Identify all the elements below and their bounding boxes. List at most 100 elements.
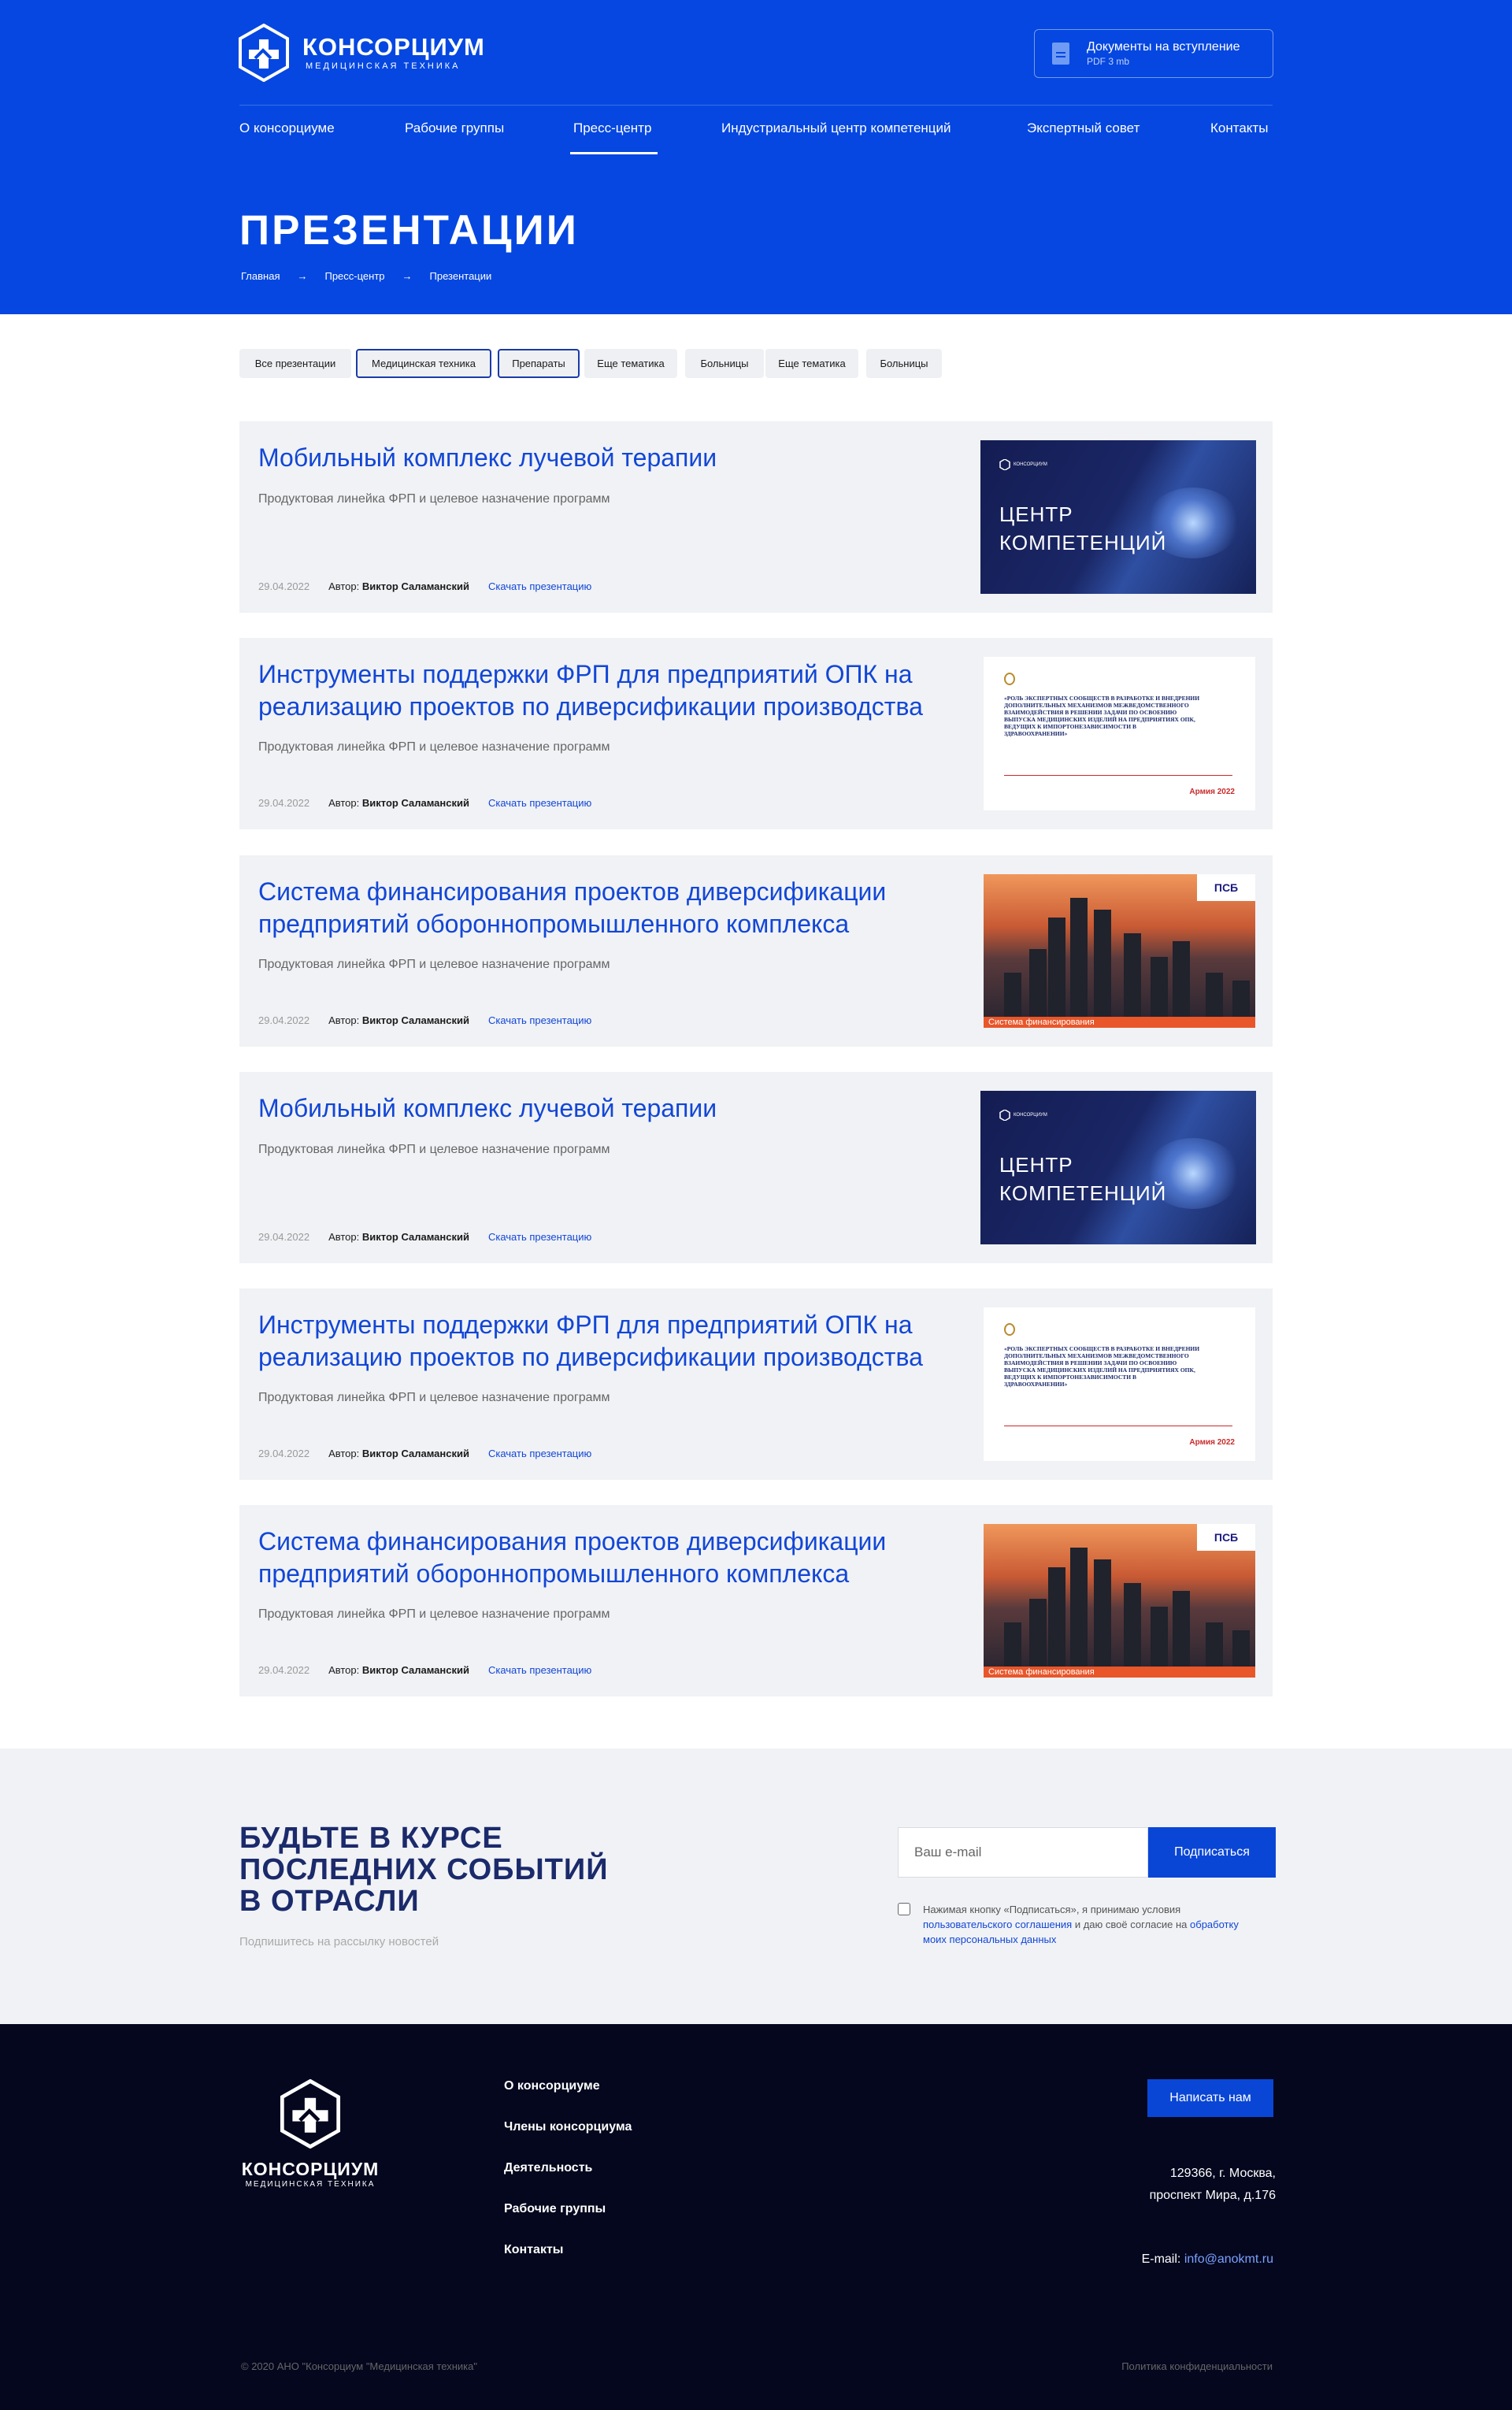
author-label: Автор: — [328, 1448, 360, 1459]
subscribe-hint: Подпишитесь на рассылку новостей — [239, 1935, 439, 1948]
presentation-title[interactable]: Мобильный комплекс лучевой терапии — [258, 442, 951, 474]
presentation-thumbnail[interactable]: ПСБ Система финансирования — [984, 1524, 1255, 1678]
filter-topic-1[interactable]: Еще тематика — [584, 349, 677, 378]
psb-logo: ПСБ — [1197, 874, 1255, 901]
presentation-thumbnail[interactable]: КОНСОРЦИУМ ЦЕНТР КОМПЕТЕНЦИЙ — [980, 1091, 1256, 1244]
email-link[interactable]: info@anokmt.ru — [1184, 2252, 1273, 2266]
presentation-thumbnail[interactable]: ПСБ Система финансирования — [984, 874, 1255, 1028]
skyline-tower — [1048, 918, 1065, 1028]
presentation-card[interactable]: Система финансирования проектов диверсиф… — [239, 1505, 1273, 1696]
terms-link[interactable]: пользовательского соглашения — [923, 1919, 1072, 1930]
presentation-meta: 29.04.2022 Автор: Виктор Саламанский Ска… — [258, 1664, 591, 1676]
breadcrumb-home[interactable]: Главная — [241, 270, 280, 282]
presentation-card[interactable]: Инструменты поддержки ФРП для предприяти… — [239, 1288, 1273, 1480]
emblem-icon — [1004, 673, 1015, 685]
author-name: Виктор Саламанский — [361, 1664, 469, 1676]
nav-industrial[interactable]: Индустриальный центр компетенций — [721, 120, 951, 136]
presentation-card[interactable]: Мобильный комплекс лучевой терапии Проду… — [239, 421, 1273, 613]
presentation-title[interactable]: Мобильный комплекс лучевой терапии — [258, 1092, 951, 1125]
logo-title: КОНСОРЦИУМ — [302, 33, 485, 61]
download-link[interactable]: Скачать презентацию — [488, 580, 591, 592]
nav-contacts[interactable]: Контакты — [1210, 120, 1268, 136]
presentation-title[interactable]: Система финансирования проектов диверсиф… — [258, 1526, 951, 1590]
presentation-card[interactable]: Инструменты поддержки ФРП для предприяти… — [239, 638, 1273, 829]
presentation-author: Автор: Виктор Саламанский — [328, 580, 469, 592]
presentation-author: Автор: Виктор Саламанский — [328, 1231, 469, 1243]
skyline-tower — [1048, 1567, 1065, 1678]
author-label: Автор: — [328, 797, 360, 809]
download-link[interactable]: Скачать презентацию — [488, 797, 591, 809]
address-line: проспект Мира, д.176 — [1149, 2189, 1276, 2202]
site-footer: КОНСОРЦИУМ МЕДИЦИНСКАЯ ТЕХНИКА О консорц… — [0, 2024, 1512, 2410]
author-name: Виктор Саламанский — [361, 797, 469, 809]
presentation-title[interactable]: Система финансирования проектов диверсиф… — [258, 876, 951, 940]
footer-nav-groups[interactable]: Рабочие группы — [504, 2202, 632, 2243]
write-us-button[interactable]: Написать нам — [1147, 2079, 1273, 2117]
privacy-policy-link[interactable]: Политика конфиденциальности — [1024, 2360, 1273, 2372]
filter-all[interactable]: Все презентации — [239, 349, 351, 378]
author-name: Виктор Саламанский — [361, 580, 469, 592]
presentation-thumbnail[interactable]: «РОЛЬ ЭКСПЕРТНЫХ СООБЩЕСТВ В РАЗРАБОТКЕ … — [984, 657, 1255, 810]
thumbnail-caption: ЦЕНТР КОМПЕТЕНЦИЙ — [999, 1151, 1166, 1207]
author-label: Автор: — [328, 580, 360, 592]
email-input[interactable]: Ваш e-mail — [898, 1827, 1148, 1878]
main-nav: О консорциуме Рабочие группы Пресс-центр… — [239, 105, 1273, 155]
agree-text-2: и даю своё согласие на — [1074, 1919, 1188, 1930]
presentation-author: Автор: Виктор Саламанский — [328, 1448, 469, 1459]
address-line: 129366, г. Москва, — [1169, 2167, 1276, 2180]
subscribe-title-line: В ОТРАСЛИ — [239, 1885, 420, 1918]
download-link[interactable]: Скачать презентацию — [488, 1664, 591, 1676]
footer-nav: О консорциуме Члены консорциума Деятельн… — [504, 2079, 632, 2284]
presentation-date: 29.04.2022 — [258, 797, 310, 809]
subscribe-title-line: ПОСЛЕДНИХ СОБЫТИЙ — [239, 1853, 609, 1886]
thumbnail-bar: Система финансирования — [984, 1667, 1255, 1678]
presentation-date: 29.04.2022 — [258, 580, 310, 592]
presentation-title[interactable]: Инструменты поддержки ФРП для предприяти… — [258, 658, 951, 723]
presentation-subtitle: Продуктовая линейка ФРП и целевое назнач… — [258, 492, 610, 506]
presentation-title[interactable]: Инструменты поддержки ФРП для предприяти… — [258, 1309, 951, 1374]
presentation-date: 29.04.2022 — [258, 1664, 310, 1676]
logo-cross-icon — [280, 2078, 341, 2149]
nav-press[interactable]: Пресс-центр — [569, 120, 658, 154]
footer-nav-members[interactable]: Члены консорциума — [504, 2120, 632, 2161]
presentation-meta: 29.04.2022 Автор: Виктор Саламанский Ска… — [258, 1231, 591, 1243]
presentation-card[interactable]: Мобильный комплекс лучевой терапии Проду… — [239, 1072, 1273, 1263]
breadcrumb-press[interactable]: Пресс-центр — [324, 270, 384, 282]
filter-hospitals-2[interactable]: Больницы — [866, 349, 942, 378]
site-logo[interactable]: КОНСОРЦИУМ МЕДИЦИНСКАЯ ТЕХНИКА — [238, 24, 485, 82]
footer-logo-title: КОНСОРЦИУМ — [241, 2159, 380, 2179]
footer-nav-about[interactable]: О консорциуме — [504, 2079, 632, 2120]
presentation-thumbnail[interactable]: КОНСОРЦИУМ ЦЕНТР КОМПЕТЕНЦИЙ — [980, 440, 1256, 594]
download-link[interactable]: Скачать презентацию — [488, 1014, 591, 1026]
download-link[interactable]: Скачать презентацию — [488, 1448, 591, 1459]
skyline-tower — [1094, 910, 1111, 1028]
agree-checkbox[interactable] — [898, 1903, 910, 1915]
subscribe-title: БУДЬТЕ В КУРСЕ ПОСЛЕДНИХ СОБЫТИЙ В ОТРАС… — [239, 1822, 609, 1917]
site-header: КОНСОРЦИУМ МЕДИЦИНСКАЯ ТЕХНИКА Документы… — [0, 0, 1512, 314]
thumbnail-logo: КОНСОРЦИУМ — [999, 459, 1047, 470]
presentation-card[interactable]: Система финансирования проектов диверсиф… — [239, 855, 1273, 1047]
nav-expert[interactable]: Экспертный совет — [1027, 120, 1140, 136]
filter-med-tech[interactable]: Медицинская техника — [356, 349, 491, 378]
footer-nav-contacts[interactable]: Контакты — [504, 2243, 632, 2284]
presentation-date: 29.04.2022 — [258, 1231, 310, 1243]
nav-groups[interactable]: Рабочие группы — [405, 120, 504, 136]
thumbnail-line: ЦЕНТР — [999, 502, 1073, 526]
footer-logo-subtitle: МЕДИЦИНСКАЯ ТЕХНИКА — [245, 2180, 376, 2189]
logo-cross-icon — [239, 24, 289, 82]
thumbnail-badge: Армия 2022 — [1189, 788, 1235, 796]
footer-nav-activity[interactable]: Деятельность — [504, 2161, 632, 2202]
filter-hospitals-1[interactable]: Больницы — [685, 349, 764, 378]
download-link[interactable]: Скачать презентацию — [488, 1231, 591, 1243]
subscribe-button[interactable]: Подписаться — [1148, 1827, 1276, 1878]
footer-logo[interactable]: КОНСОРЦИУМ МЕДИЦИНСКАЯ ТЕХНИКА — [239, 2078, 381, 2189]
author-label: Автор: — [328, 1014, 360, 1026]
docs-download-button[interactable]: Документы на вступление PDF 3 mb — [1034, 29, 1273, 78]
page-title: ПРЕЗЕНТАЦИИ — [239, 207, 579, 254]
nav-about[interactable]: О консорциуме — [239, 120, 335, 136]
presentation-thumbnail[interactable]: «РОЛЬ ЭКСПЕРТНЫХ СООБЩЕСТВ В РАЗРАБОТКЕ … — [984, 1307, 1255, 1461]
skyline-tower — [1173, 941, 1190, 1028]
filter-topic-2[interactable]: Еще тематика — [765, 349, 858, 378]
thumbnail-doc-text: «РОЛЬ ЭКСПЕРТНЫХ СООБЩЕСТВ В РАЗРАБОТКЕ … — [1004, 695, 1200, 737]
filter-drugs[interactable]: Препараты — [498, 349, 580, 378]
